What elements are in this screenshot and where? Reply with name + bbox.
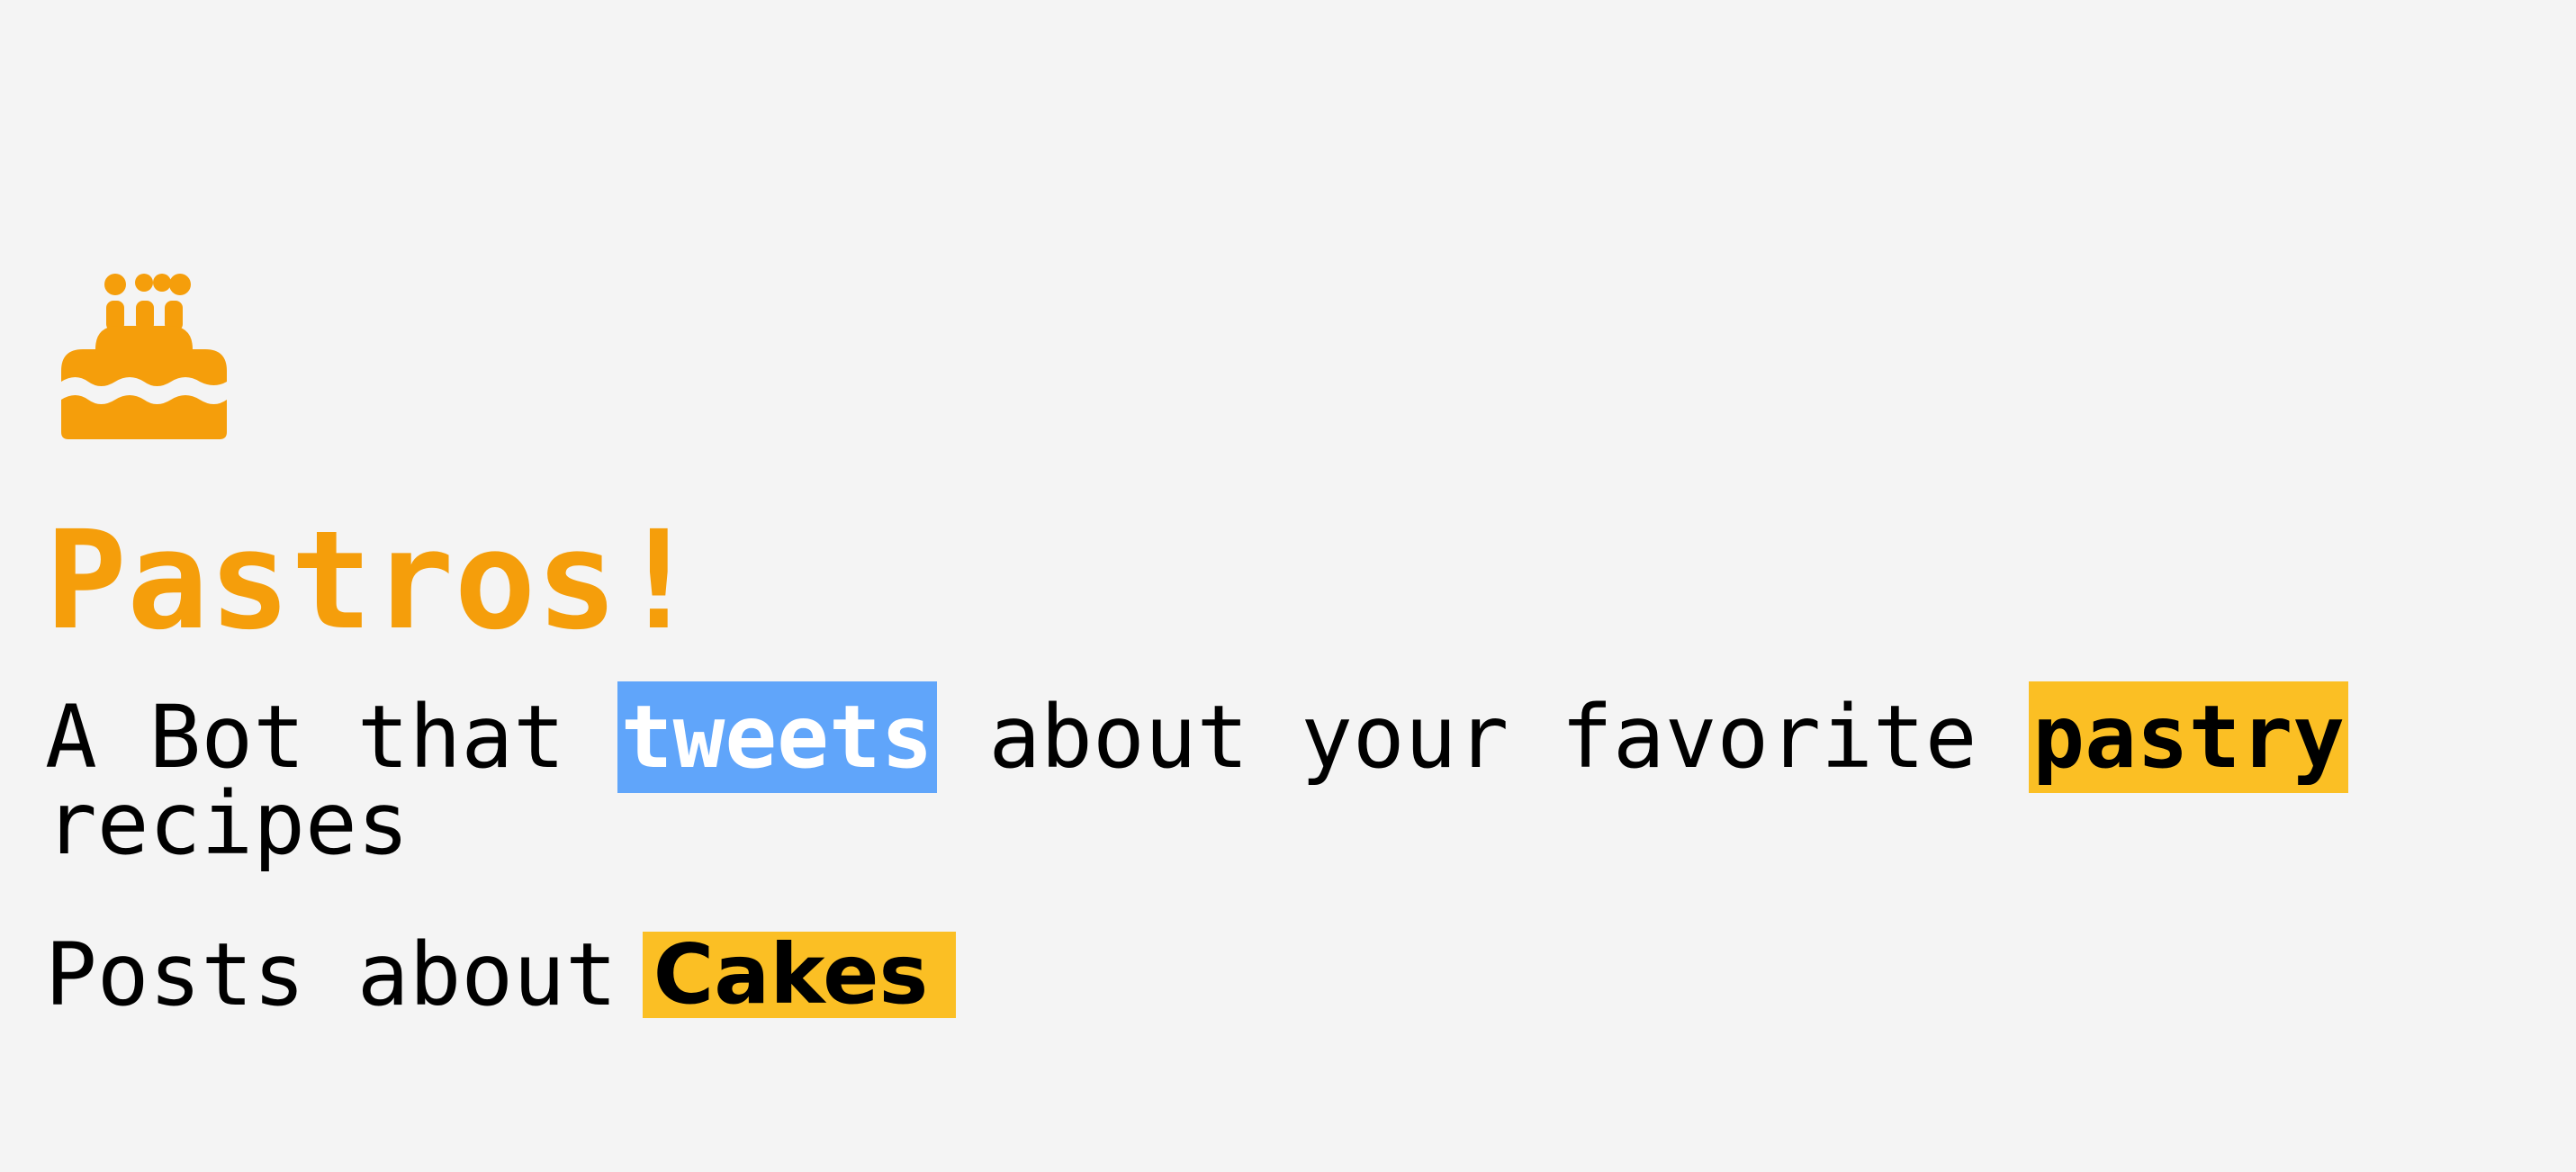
posts-about-label: Posts about xyxy=(45,924,617,1025)
tweets-highlight: tweets xyxy=(617,681,937,793)
cake-icon xyxy=(61,274,227,439)
tagline: A Bot that tweets about your favorite pa… xyxy=(45,681,2475,867)
pastry-highlight: pastry xyxy=(2029,681,2349,793)
page-title: Pastros! xyxy=(45,501,700,660)
posts-about-row: Posts about Cakes xyxy=(45,932,956,1018)
landing-page: Pastros! A Bot that tweets about your fa… xyxy=(0,0,2576,1172)
topic-selector[interactable]: Cakes xyxy=(642,932,956,1018)
tagline-text: about your favorite xyxy=(936,687,2030,788)
